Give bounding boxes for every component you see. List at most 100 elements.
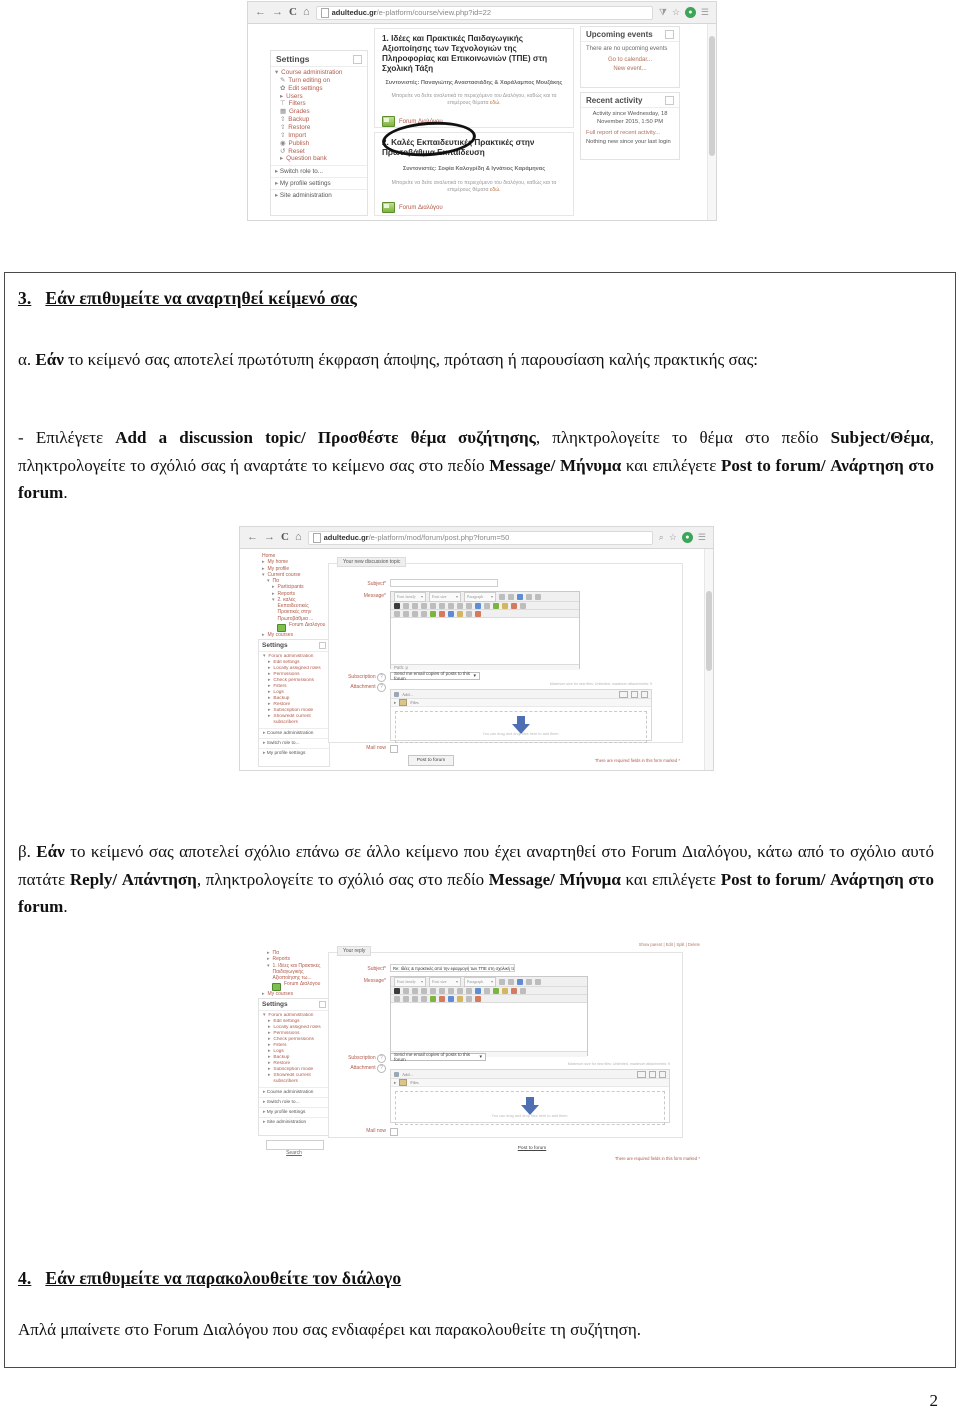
post-to-forum-button-2[interactable]: Post to forum (408, 755, 454, 766)
text-color-icon[interactable] (511, 602, 517, 609)
style-select[interactable]: Font family ▾ (394, 976, 426, 987)
editor-toolbar-row-1[interactable]: Font family ▾ Font size ▾ Paragraph ▾ (391, 976, 587, 987)
fullscreen-icon[interactable] (535, 978, 541, 985)
unlink-icon[interactable] (502, 987, 508, 994)
file-picker-add-3[interactable]: Add... (402, 1072, 413, 1077)
message-textarea-3[interactable] (391, 1003, 587, 1051)
image-icon[interactable] (430, 610, 436, 617)
settings-footer-item[interactable]: ▸ Site administration (259, 1116, 329, 1127)
settings-footer-item[interactable]: ▸ Switch role to... (271, 165, 367, 177)
quote-icon[interactable] (421, 610, 427, 617)
strike-icon[interactable] (421, 602, 427, 609)
align-left-icon[interactable] (448, 987, 454, 994)
tree-item[interactable]: ✿ Edit settings (275, 85, 363, 93)
file-picker-3[interactable]: Add... ▸ Files You can drag and drop fil… (390, 1069, 670, 1125)
file-drop-zone-3[interactable]: You can drag and drop files here to add … (395, 1091, 665, 1125)
mailnow-checkbox-3[interactable] (390, 1128, 398, 1136)
search-icon[interactable]: ⌕ (659, 533, 664, 542)
align-right-icon[interactable] (466, 987, 472, 994)
course2-desc-link[interactable]: εδώ. (490, 187, 501, 193)
table-icon[interactable] (412, 610, 418, 617)
back-icon[interactable]: ← (255, 7, 266, 18)
settings-footer-item[interactable]: ▸ Course administration (259, 1086, 329, 1097)
home-icon[interactable]: ⌂ (303, 7, 310, 18)
clean-icon[interactable] (475, 995, 481, 1002)
editor-toolbar-row-2[interactable] (391, 987, 587, 995)
settings-footer-item[interactable]: ▸ My profile settings (259, 1106, 329, 1117)
text-color-icon[interactable] (511, 987, 517, 994)
unlink-icon[interactable] (502, 602, 508, 609)
filter-icon[interactable]: ⧩ (659, 8, 667, 17)
sub-icon[interactable] (430, 987, 436, 994)
course1-desc-link[interactable]: εδώ. (490, 100, 501, 106)
address-bar-1[interactable]: adulteduc.gr/e-platform/course/view.php?… (315, 5, 653, 20)
collapse-icon[interactable] (319, 642, 326, 649)
settings-footer-item[interactable]: ▸ My profile settings (259, 747, 329, 758)
emoticon-icon[interactable] (448, 995, 454, 1002)
file-picker-toolbar-3[interactable]: Add... (391, 1070, 669, 1079)
upcoming-link-newevent[interactable]: New event... (581, 65, 679, 74)
view-list-icon[interactable] (637, 1070, 646, 1078)
tree-item[interactable]: Forum Διαλόγου (262, 981, 326, 992)
hr-icon[interactable] (466, 610, 472, 617)
tree-item[interactable]: ▸ My courses (262, 991, 326, 997)
star-icon[interactable]: ☆ (669, 533, 677, 542)
star-icon[interactable]: ☆ (672, 8, 680, 17)
tree-item[interactable]: ⇧ Import (275, 132, 363, 140)
menu-icon[interactable]: ☰ (701, 8, 709, 17)
hr-icon[interactable] (466, 995, 472, 1002)
tree-item[interactable]: ⇧ Backup (275, 116, 363, 124)
message-editor-2[interactable]: Font family ▾ Font size ▾ Paragraph ▾ Pa… (390, 591, 580, 670)
tree-item[interactable]: ◉ Publish (275, 140, 363, 148)
tree-item[interactable]: ⇧ Restore (275, 124, 363, 132)
replace-icon[interactable] (526, 593, 532, 600)
italic-icon[interactable] (403, 987, 409, 994)
collapse-icon[interactable] (319, 1001, 326, 1008)
menu-icon[interactable]: ☰ (698, 533, 706, 542)
collapse-icon[interactable] (353, 54, 362, 64)
font-select[interactable]: Font size ▾ (429, 976, 461, 987)
editor-toolbar-row-1[interactable]: Font family ▾ Font size ▾ Paragraph ▾ (391, 591, 579, 602)
list-ordered-icon[interactable] (484, 987, 490, 994)
media-icon[interactable] (439, 610, 445, 617)
editor-toolbar-row-3[interactable] (391, 610, 579, 618)
search-button-3[interactable]: Search (266, 1150, 322, 1156)
sup-icon[interactable] (439, 987, 445, 994)
tree-item[interactable]: ▦ Grades (275, 108, 363, 116)
file-picker-add-2[interactable]: Add... (402, 692, 413, 697)
message-textarea-2[interactable] (391, 618, 579, 664)
link-icon[interactable] (493, 602, 499, 609)
clean-icon[interactable] (475, 610, 481, 617)
undo-icon[interactable] (499, 593, 505, 600)
subscription-select-3[interactable]: Send me email copies of posts to this fo… (390, 1052, 486, 1062)
page-scrollbar-2[interactable] (704, 549, 713, 770)
indent-icon[interactable] (394, 995, 400, 1002)
editor-toolbar-row-2[interactable] (391, 602, 579, 610)
collapse-icon[interactable] (665, 96, 674, 105)
extension-icon[interactable]: ● (684, 7, 696, 18)
tree-item[interactable]: ↺ Reset (275, 148, 363, 156)
tree-item[interactable]: Forum Διαλόγου (262, 622, 326, 632)
sup-icon[interactable] (439, 602, 445, 609)
help-icon[interactable]: ? (377, 673, 386, 682)
outdent-icon[interactable] (403, 995, 409, 1002)
settings-footer-item[interactable]: ▸ Switch role to... (259, 737, 329, 748)
settings-footer-item[interactable]: ▸ Switch role to... (259, 1096, 329, 1107)
course2-forum-link[interactable]: Forum Διαλόγου (382, 202, 566, 214)
help-icon[interactable]: ? (377, 1064, 386, 1073)
view-list-icon[interactable] (619, 690, 628, 698)
tree-item[interactable]: ▸ Users (275, 93, 363, 101)
bold-icon[interactable] (394, 602, 400, 609)
indent-icon[interactable] (394, 610, 400, 617)
view-icons-icon[interactable] (649, 1070, 656, 1078)
extension-icon[interactable]: ● (681, 532, 693, 543)
home-icon[interactable]: ⌂ (295, 532, 302, 543)
subject-input-3[interactable]: Re: Ιδέες & πρακτικές από την εφαρμογή τ… (390, 964, 515, 972)
bg-color-icon[interactable] (520, 602, 526, 609)
file-picker-2[interactable]: Add... ▸ Files You can drag and drop fil… (390, 689, 652, 743)
align-right-icon[interactable] (466, 602, 472, 609)
collapse-icon[interactable] (665, 30, 674, 39)
tree-item[interactable]: ⊤ Filters (275, 100, 363, 108)
paragraph-select[interactable]: Paragraph ▾ (464, 591, 496, 602)
mailnow-checkbox-2[interactable] (390, 745, 398, 753)
